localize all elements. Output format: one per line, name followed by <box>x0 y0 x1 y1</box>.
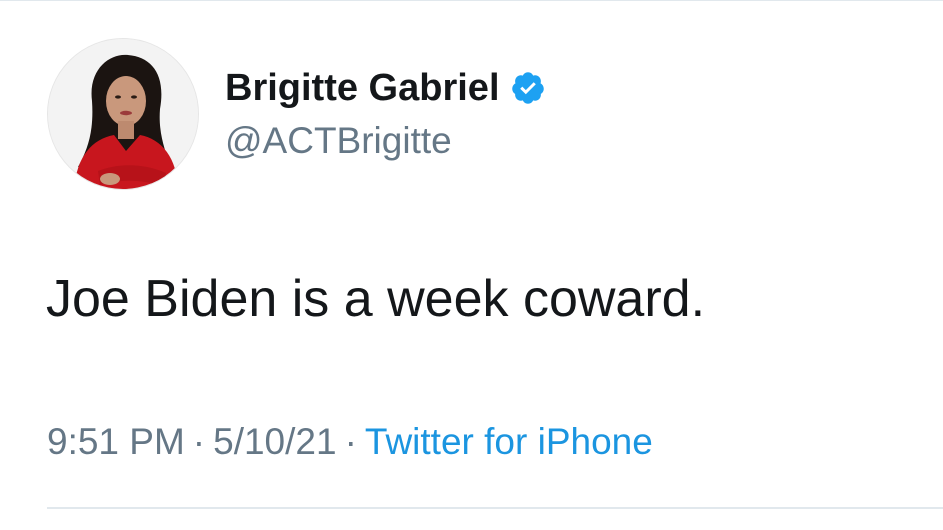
user-handle[interactable]: @ACTBrigitte <box>225 117 452 165</box>
tweet-source-link[interactable]: Twitter for iPhone <box>365 421 653 462</box>
avatar[interactable] <box>47 38 199 190</box>
verified-badge-icon <box>510 70 546 106</box>
tweet-text: Joe Biden is a week coward. <box>46 270 706 328</box>
tweet-metadata: 9:51 PM · 5/10/21 · Twitter for iPhone <box>47 418 653 466</box>
separator-dot: · <box>192 421 206 462</box>
avatar-image <box>48 39 198 189</box>
display-name[interactable]: Brigitte Gabriel <box>225 64 546 112</box>
bottom-divider <box>47 507 943 509</box>
tweet-time[interactable]: 9:51 PM <box>47 421 185 462</box>
separator-dot: · <box>344 421 357 462</box>
top-divider <box>0 0 943 1</box>
display-name-text: Brigitte Gabriel <box>225 67 500 109</box>
tweet-date[interactable]: 5/10/21 <box>213 421 336 462</box>
